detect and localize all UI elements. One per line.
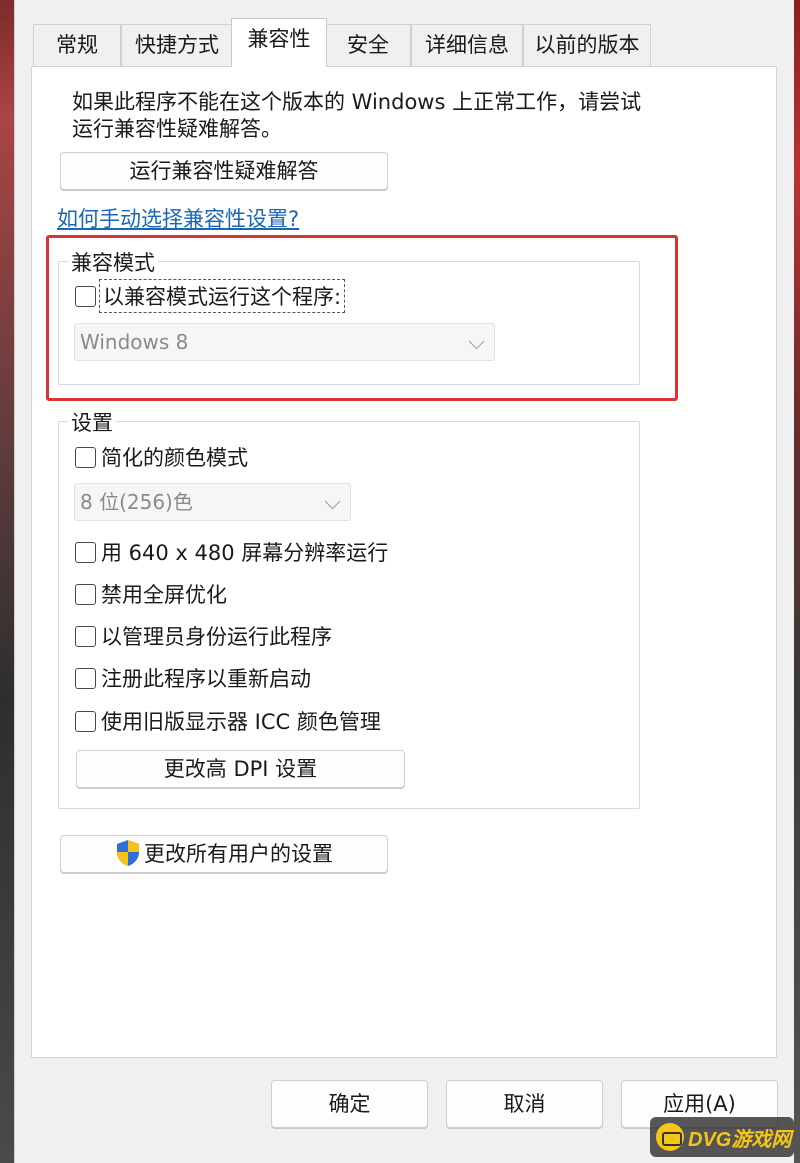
run-as-admin-label: 以管理员身份运行此程序 [101, 625, 332, 649]
register-restart-checkbox[interactable] [75, 667, 96, 689]
change-all-users-label: 更改所有用户的设置 [144, 842, 333, 866]
change-dpi-button[interactable]: 更改高 DPI 设置 [76, 750, 405, 788]
tab-shortcut[interactable]: 快捷方式 [121, 24, 233, 66]
reduced-color-row[interactable]: 简化的颜色模式 [75, 442, 248, 472]
cancel-button[interactable]: 取消 [446, 1080, 603, 1128]
resolution-checkbox[interactable] [75, 541, 96, 563]
site-watermark: DVG游戏网 [650, 1117, 794, 1157]
tab-bar: 常规 快捷方式 兼容性 安全 详细信息 以前的版本 [15, 0, 795, 67]
settings-title: 设置 [68, 407, 116, 437]
option-row-fullscreen[interactable]: 禁用全屏优化 [75, 579, 227, 609]
legacy-icc-label: 使用旧版显示器 ICC 颜色管理 [101, 710, 381, 734]
manual-settings-link[interactable]: 如何手动选择兼容性设置? [57, 203, 299, 233]
tab-details[interactable]: 详细信息 [411, 24, 523, 66]
fullscreen-opt-label: 禁用全屏优化 [101, 583, 227, 607]
red-highlight-frame [46, 235, 678, 401]
tab-general[interactable]: 常规 [33, 24, 121, 66]
compatibility-panel: 如果此程序不能在这个版本的 Windows 上正常工作，请尝试 运行兼容性疑难解… [31, 66, 777, 1058]
legacy-icc-checkbox[interactable] [75, 710, 96, 732]
reduced-color-label: 简化的颜色模式 [101, 446, 248, 470]
uac-shield-icon [117, 840, 139, 866]
option-row-restart[interactable]: 注册此程序以重新启动 [75, 663, 311, 693]
reduced-color-checkbox[interactable] [75, 446, 96, 468]
option-row-icc[interactable]: 使用旧版显示器 ICC 颜色管理 [75, 706, 381, 736]
fullscreen-opt-checkbox[interactable] [75, 583, 96, 605]
register-restart-label: 注册此程序以重新启动 [101, 667, 311, 691]
ok-button[interactable]: 确定 [271, 1080, 428, 1128]
option-row-resolution[interactable]: 用 640 x 480 屏幕分辨率运行 [75, 537, 388, 567]
run-as-admin-checkbox[interactable] [75, 625, 96, 647]
tab-security[interactable]: 安全 [325, 24, 411, 66]
color-depth-value: 8 位(256)色 [80, 490, 193, 514]
tab-compatibility[interactable]: 兼容性 [231, 18, 327, 67]
watermark-text: DVG游戏网 [688, 1128, 792, 1151]
intro-text: 如果此程序不能在这个版本的 Windows 上正常工作，请尝试 运行兼容性疑难解… [72, 89, 712, 143]
color-depth-select[interactable]: 8 位(256)色 [74, 483, 351, 521]
option-row-admin[interactable]: 以管理员身份运行此程序 [75, 621, 332, 651]
intro-line-1: 如果此程序不能在这个版本的 Windows 上正常工作，请尝试 [72, 90, 642, 114]
resolution-label: 用 640 x 480 屏幕分辨率运行 [101, 541, 389, 565]
change-all-users-button[interactable]: 更改所有用户的设置 [60, 835, 388, 873]
gamepad-logo-icon [656, 1123, 684, 1151]
tab-previous-versions[interactable]: 以前的版本 [523, 24, 651, 66]
chevron-down-icon [324, 493, 341, 510]
intro-line-2: 运行兼容性疑难解答。 [72, 117, 282, 141]
run-troubleshooter-button[interactable]: 运行兼容性疑难解答 [60, 152, 388, 190]
properties-dialog: 常规 快捷方式 兼容性 安全 详细信息 以前的版本 如果此程序不能在这个版本的 … [14, 0, 794, 1163]
